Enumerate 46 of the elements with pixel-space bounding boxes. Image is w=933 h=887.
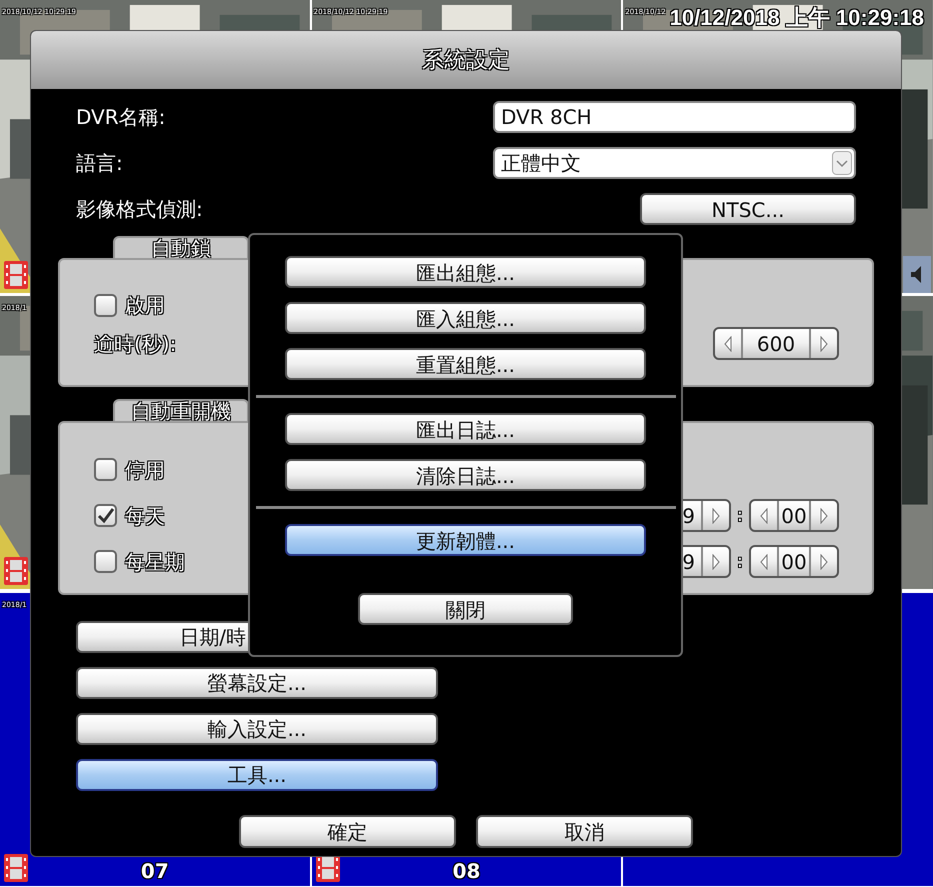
number-spinner[interactable]: 00 [749,545,839,578]
number-spinner[interactable]: 600 [713,327,839,360]
footer-button[interactable]: 確定 [239,815,456,848]
tool-button[interactable]: 匯出組態... [285,256,646,288]
field-label: 影像格式偵測: [76,196,203,223]
channel-label: 07 [140,860,169,881]
name-field[interactable]: DVR 8CH [493,101,856,133]
right-arrow-icon[interactable] [710,508,721,524]
menu-button[interactable]: 工具... [76,759,438,791]
video-format-button[interactable]: NTSC... [640,193,856,225]
checkbox[interactable] [94,504,117,527]
checkbox-label: 每天 [125,502,165,530]
left-arrow-icon[interactable] [759,554,769,570]
right-arrow-icon[interactable] [819,336,829,352]
spinner-value: 00 [780,502,808,530]
close-button[interactable]: 關閉 [358,593,573,625]
tool-button[interactable]: 匯出日誌... [285,413,646,445]
footer-button[interactable]: 取消 [476,815,693,848]
group-title: 自動鎖 [151,238,211,258]
tool-button[interactable]: 清除日誌... [285,459,646,491]
checkbox[interactable] [94,458,117,481]
spinner-value: 9 [681,502,696,530]
language-dropdown[interactable]: 正體中文 [493,147,856,179]
dialog-title: 系統設定 [422,46,510,74]
channel-label: 08 [452,860,480,881]
spinner-value: 00 [780,548,808,576]
spinner-value: 600 [756,330,796,358]
checkbox[interactable] [94,550,117,573]
number-spinner[interactable]: 00 [749,499,839,532]
spinner-value: 9 [681,548,696,576]
left-arrow-icon[interactable] [723,336,733,352]
field-label: DVR名稱: [76,104,166,131]
right-arrow-icon[interactable] [819,508,829,524]
check-icon [96,508,114,524]
tool-button[interactable]: 更新韌體... [285,524,646,556]
tool-button[interactable]: 匯入組態... [285,302,646,334]
checkbox[interactable] [94,294,117,316]
tool-button[interactable]: 重置組態... [285,348,646,380]
field-label: 語言: [76,150,123,177]
menu-button[interactable]: 螢幕設定... [76,667,438,699]
menu-button[interactable]: 輸入設定... [76,713,438,745]
checkbox-label: 每星期 [125,548,185,576]
chevron-down-icon [832,151,852,175]
left-arrow-icon[interactable] [759,508,769,524]
right-arrow-icon[interactable] [710,554,721,570]
right-arrow-icon[interactable] [819,554,829,570]
